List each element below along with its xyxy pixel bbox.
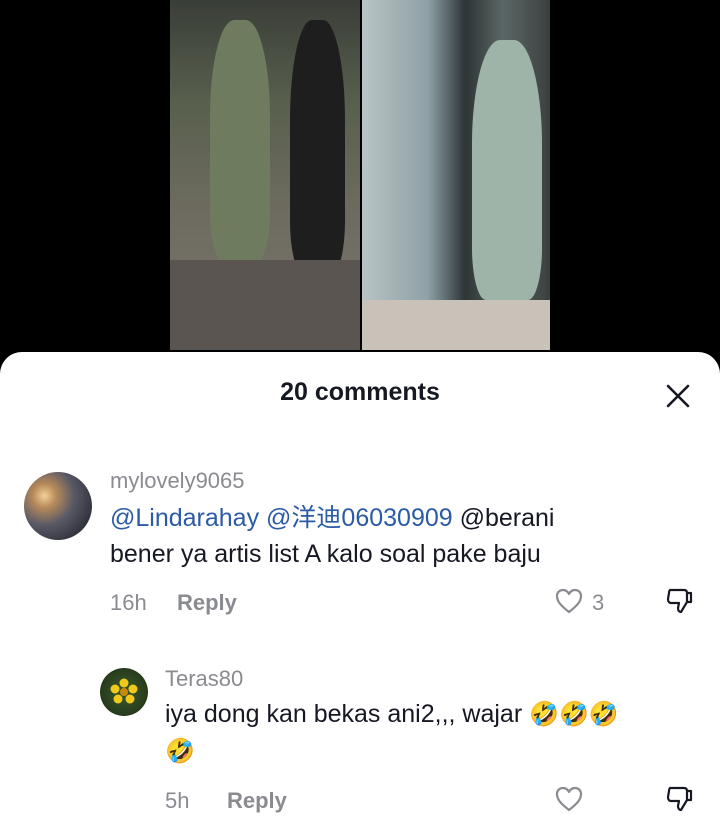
mention-link[interactable]: @洋迪06030909 <box>266 504 453 532</box>
person-figure <box>290 20 345 270</box>
mention-link[interactable]: @Lindarahay <box>110 504 259 532</box>
comment-text-part: bener ya artis list A kalo soal pake baj… <box>110 540 541 568</box>
avatar[interactable] <box>100 668 148 716</box>
ground <box>170 260 360 350</box>
laughing-emoji: 🤣 <box>529 701 560 728</box>
laughing-emoji: 🤣 <box>165 738 195 765</box>
flower-icon <box>110 678 138 704</box>
comment-text-part: @berani <box>452 504 555 532</box>
comment-timestamp: 16h <box>110 590 147 615</box>
comment-text-part: iya dong kan bekas ani2,,, wajar <box>165 700 530 728</box>
comment-text: @Lindarahay @洋迪06030909 @berani bener ya… <box>110 500 554 572</box>
ground <box>362 300 550 350</box>
comment-username[interactable]: Teras80 <box>165 666 243 692</box>
person-figure <box>472 40 542 300</box>
heart-icon[interactable] <box>554 784 584 814</box>
dislike-icon[interactable] <box>664 586 694 616</box>
video-preview[interactable] <box>0 0 720 360</box>
video-frame-left <box>170 0 360 350</box>
close-icon[interactable] <box>664 382 692 410</box>
dislike-icon[interactable] <box>664 784 694 814</box>
reply-button[interactable]: Reply <box>177 590 237 616</box>
comments-sheet: 20 comments mylovely9065 @Lindarahay @洋迪… <box>0 352 720 838</box>
laughing-emoji: 🤣 <box>588 701 619 728</box>
laughing-emoji: 🤣 <box>559 701 589 728</box>
heart-icon[interactable] <box>554 586 584 616</box>
comment-username[interactable]: mylovely9065 <box>110 468 245 494</box>
person-figure <box>210 20 270 260</box>
comment-timestamp: 5h <box>165 788 190 813</box>
comments-count-title: 20 comments <box>280 378 440 406</box>
avatar[interactable] <box>24 472 92 540</box>
like-count: 3 <box>592 590 605 615</box>
comment-text: iya dong kan bekas ani2,,, wajar 🤣🤣🤣 🤣 <box>165 696 705 770</box>
video-frame-right <box>362 0 550 350</box>
reply-button[interactable]: Reply <box>227 788 287 814</box>
